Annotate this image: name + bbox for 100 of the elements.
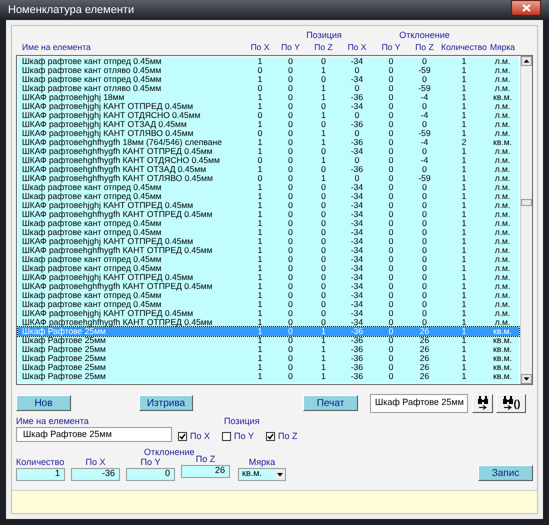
table-row[interactable]: Шкаф рафтове кант отпред 0.45мм 1 0 0 -34 0 0 1 л.м. <box>18 219 519 228</box>
scroll-up-icon[interactable] <box>521 56 532 66</box>
table-cell: л.м. <box>494 110 510 120</box>
scrollbar[interactable] <box>520 56 532 384</box>
table-cell: 1 <box>462 281 466 291</box>
table-cell: 0 <box>422 236 427 246</box>
table-row[interactable]: Шкаф рафтове кант отпред 0.45мм 1 0 0 -34 0 0 1 л.м. <box>18 57 519 66</box>
close-button[interactable] <box>511 0 541 16</box>
table-row[interactable]: ШКАФ рафтовеhjghj КАНТ ОТДЯСНО 0.45мм 0 0 1 0 0 -4 1 л.м. <box>18 111 519 120</box>
table-row[interactable]: ШКАФ рафтовеhghfhygfh КАНТ ОТПРЕД 0.45мм 1 0 0 -34 0 0 1 л.м. <box>18 210 519 219</box>
find-next-button[interactable] <box>472 394 493 412</box>
name-field[interactable]: Шкаф Рафтове 25мм <box>16 427 172 442</box>
table-row[interactable]: Шкаф Рафтове 25мм 1 0 1 -36 0 26 1 кв.м. <box>18 336 519 345</box>
check-icon <box>179 433 186 440</box>
number-field[interactable]: -36 <box>71 468 120 480</box>
table-row[interactable]: ШКАФ рафтовеhghfhygfh КАНТ ОТПРЕД 0.45мм 1 0 0 -34 0 0 1 л.м. <box>18 282 519 291</box>
find-all-button[interactable]: () <box>496 394 526 412</box>
table-row[interactable]: ШКАФ рафтовеhghfhygfh КАНТ ОТЗАД 0.45мм 1 0 0 -36 0 0 1 л.м. <box>18 165 519 174</box>
table-row[interactable]: ШКАФ рафтовеhjghj КАНТ ОТПРЕД 0.45мм 1 0 0 -34 0 0 1 л.м. <box>18 237 519 246</box>
table-cell: 1 <box>258 290 262 300</box>
table-row[interactable]: Шкаф Рафтове 25мм 1 0 1 -36 0 26 1 кв.м. <box>18 345 519 354</box>
table-cell: 1 <box>321 128 326 138</box>
table-row[interactable]: ШКАФ рафтовеhjghj КАНТ ОТПРЕД 0.45мм 1 0 0 -34 0 0 1 л.м. <box>18 309 519 318</box>
table-cell: л.м. <box>494 65 510 75</box>
table-row[interactable]: ШКАФ рафтовеhjghj КАНТ ОТЛЯВО 0.45мм 0 0 1 0 0 -59 1 л.м. <box>18 129 519 138</box>
print-button[interactable]: Печат <box>303 395 358 411</box>
table-cell: 0 <box>288 65 293 75</box>
table-row[interactable]: Шкаф рафтове кант отляво 0.45мм 0 0 1 0 0 -59 1 л.м. <box>18 84 519 93</box>
table-cell: 2 <box>462 137 466 147</box>
table-cell: 0 <box>388 155 394 165</box>
table-row[interactable]: Шкаф рафтове кант отпред 0.45мм 1 0 0 -34 0 0 1 л.м. <box>18 75 519 84</box>
table-row[interactable]: ШКАФ рафтовеhjghj КАНТ ОТПРЕД 0.45мм 1 0 0 -34 0 0 1 л.м. <box>18 273 519 282</box>
table-cell: 0 <box>388 353 394 363</box>
table-cell: 0 <box>422 317 427 327</box>
table-cell: л.м. <box>494 281 510 291</box>
table-row[interactable]: ШКАФ рафтовеhjghj 18мм 1 0 1 -36 0 -4 1 кв.м. <box>18 93 519 102</box>
table-row[interactable]: Шкаф рафтове кант отпред 0.45мм 1 0 0 -34 0 0 1 л.м. <box>18 255 519 264</box>
table-cell: 1 <box>258 146 262 156</box>
table-cell: 0 <box>321 101 326 111</box>
table-row[interactable]: Шкаф рафтове кант отпред 0.45мм 1 0 0 -34 0 0 1 л.м. <box>18 192 519 201</box>
table-cell: л.м. <box>494 173 510 183</box>
table-cell: 0 <box>288 245 293 255</box>
table-cell: ШКАФ рафтовеhghfhygfh КАНТ ОТДЯСНО 0.45мм <box>22 155 220 165</box>
table-cell: 1 <box>321 344 326 354</box>
table-cell: 0 <box>354 65 360 75</box>
save-button[interactable]: Запис <box>478 464 533 480</box>
table-cell: -36 <box>350 371 364 381</box>
table-row[interactable]: ШКАФ рафтовеhjghj КАНТ ОТЗАД 0.45мм 1 0 0 -36 0 0 1 л.м. <box>18 120 519 129</box>
table-cell: 0 <box>354 155 360 165</box>
column-header: По Y <box>281 42 300 52</box>
position-checkbox[interactable]: По X <box>178 430 210 444</box>
table-row[interactable]: ШКАФ рафтовеhghfhygfh КАНТ ОТПРЕД 0.45мм 1 0 0 -34 0 0 1 л.м. <box>18 246 519 255</box>
table-row[interactable]: ШКАФ рафтовеhghfhygfh КАНТ ОТПРЕД 0.45мм 1 0 0 -34 0 0 1 л.м. <box>18 318 519 327</box>
table-cell: Шкаф рафтове кант отпред 0.45мм <box>22 254 162 264</box>
table-cell: 1 <box>321 155 326 165</box>
table-cell: 1 <box>462 263 466 273</box>
table-cell: 0 <box>321 218 326 228</box>
number-field[interactable]: 0 <box>126 468 175 480</box>
table-cell: 26 <box>420 362 430 372</box>
unit-select[interactable]: кв.м. <box>238 468 286 480</box>
search-field[interactable]: Шкаф Рафтове 25мм <box>370 394 468 412</box>
table-cell: 0 <box>388 362 394 372</box>
table-row[interactable]: Шкаф рафтове кант отляво 0.45мм 0 0 1 0 0 -59 1 л.м. <box>18 66 519 75</box>
table-cell: 0 <box>388 74 394 84</box>
table-cell: -34 <box>350 101 364 111</box>
table-row[interactable]: ШКАФ рафтовеhghfhygfh 18мм (764/546) слепване 1 0 1 -36 0 -4 2 кв.м. <box>18 138 519 147</box>
table-cell: 0 <box>388 92 394 102</box>
table-cell: л.м. <box>494 146 510 156</box>
scroll-thumb[interactable] <box>521 199 532 206</box>
position-checkbox[interactable]: По Z <box>266 430 298 444</box>
table-row[interactable]: ШКАФ рафтовеhghfhygfh КАНТ ОТДЯСНО 0.45мм 0 0 1 0 0 -4 1 л.м. <box>18 156 519 165</box>
table-row[interactable]: ШКАФ рафтовеhghfhygfh КАНТ ОТЛЯВО 0.45мм 0 0 1 0 0 -59 1 л.м. <box>18 174 519 183</box>
table-row[interactable]: Шкаф рафтове кант отпред 0.45мм 1 0 0 -34 0 0 1 л.м. <box>18 183 519 192</box>
table-cell: -34 <box>350 200 364 210</box>
table-cell: -34 <box>350 218 364 228</box>
table-row[interactable]: Шкаф Рафтове 25мм 1 0 1 -36 0 26 1 кв.м. <box>18 363 519 372</box>
table-row[interactable]: ШКАФ рафтовеhjghj КАНТ ОТПРЕД 0.45мм 1 0 0 -34 0 0 1 л.м. <box>18 201 519 210</box>
table-row[interactable]: Шкаф Рафтове 25мм 1 0 1 -36 0 26 1 кв.м. <box>18 354 519 363</box>
table-row[interactable]: Шкаф Рафтове 25мм 1 0 1 -36 0 26 1 кв.м. <box>18 372 519 381</box>
number-field[interactable]: 1 <box>16 468 65 480</box>
table-row[interactable]: ШКАФ рафтовеhghfhygfh КАНТ ОТПРЕД 0.45мм 1 0 0 -34 0 0 1 л.м. <box>18 147 519 156</box>
table-cell: 0 <box>258 155 262 165</box>
table-row[interactable]: Шкаф рафтове кант отпред 0.45мм 1 0 0 -34 0 0 1 л.м. <box>18 228 519 237</box>
table-cell: Шкаф рафтове кант отпред 0.45мм <box>22 182 162 192</box>
delete-button[interactable]: Изтрива <box>139 395 193 411</box>
table-row[interactable]: ШКАФ рафтовеhjghj КАНТ ОТПРЕД 0.45мм 1 0 0 -34 0 0 1 л.м. <box>18 102 519 111</box>
position-checkbox[interactable]: По Y <box>222 430 254 444</box>
table-cell: 0 <box>388 326 394 336</box>
table-row[interactable]: Шкаф рафтове кант отпред 0.45мм 1 0 0 -34 0 0 1 л.м. <box>18 300 519 309</box>
table-cell: 0 <box>321 281 326 291</box>
table-cell: 1 <box>462 83 466 93</box>
table-cell: Шкаф Рафтове 25мм <box>22 335 106 345</box>
table-cell: Шкаф рафтове кант отпред 0.45мм <box>22 299 162 309</box>
table-row[interactable]: Шкаф рафтове кант отпред 0.45мм 1 0 0 -34 0 0 1 л.м. <box>18 291 519 300</box>
number-field[interactable]: 26 <box>181 464 230 478</box>
new-button[interactable]: Нов <box>16 395 71 411</box>
scroll-down-icon[interactable] <box>521 374 532 384</box>
table-row[interactable]: Шкаф рафтове кант отпред 0.45мм 1 0 0 -34 0 0 1 л.м. <box>18 264 519 273</box>
table-cell: 0 <box>321 56 326 66</box>
table-cell: 0 <box>321 290 326 300</box>
